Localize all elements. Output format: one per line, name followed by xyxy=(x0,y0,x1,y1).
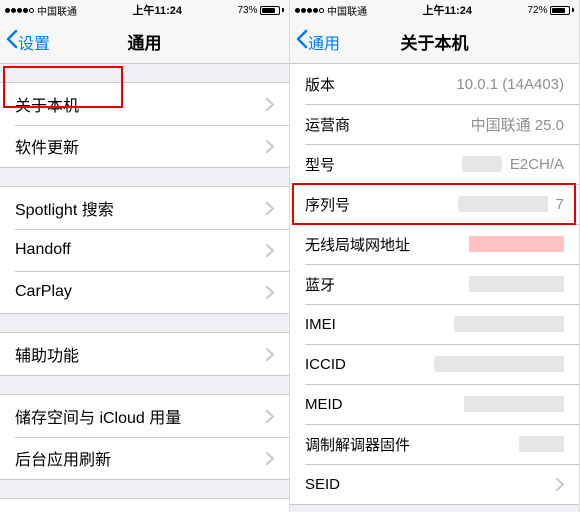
back-button[interactable]: 设置 xyxy=(6,29,50,54)
row-label: IMEI xyxy=(305,316,336,333)
chevron-right-icon xyxy=(266,348,274,361)
chevron-right-icon xyxy=(266,286,274,299)
obscured-value xyxy=(454,316,564,332)
row-label: 软件更新 xyxy=(15,134,79,158)
chevron-left-icon xyxy=(296,29,308,54)
row-label: Handoff xyxy=(15,241,71,259)
row-label: CarPlay xyxy=(15,283,72,301)
battery-percent: 73% xyxy=(237,5,257,16)
status-bar: 中国联通 上午11:24 73% xyxy=(0,0,289,20)
row-label: 储存空间与 iCloud 用量 xyxy=(15,404,181,428)
row-value: E2CH/A xyxy=(510,156,564,173)
row-serial[interactable]: 序列号 7 xyxy=(290,184,579,224)
row-handoff[interactable]: Handoff xyxy=(0,229,289,271)
chevron-right-icon xyxy=(266,244,274,257)
row-label: 访问限制 xyxy=(15,508,79,512)
obscured-value xyxy=(519,436,564,452)
row-value: 7 xyxy=(556,196,564,213)
obscured-value xyxy=(458,196,548,212)
row-label: 辅助功能 xyxy=(15,342,79,366)
chevron-right-icon xyxy=(266,452,274,465)
nav-title: 关于本机 xyxy=(401,29,469,54)
phone-about: 中国联通 上午11:24 72% 通用 关于本机 版本 10.0.1 (14A4… xyxy=(290,0,580,512)
row-label: Spotlight 搜索 xyxy=(15,196,114,220)
chevron-right-icon xyxy=(266,140,274,153)
row-spotlight[interactable]: Spotlight 搜索 xyxy=(0,187,289,229)
row-about[interactable]: 关于本机 xyxy=(0,83,289,125)
nav-bar: 设置 通用 xyxy=(0,20,289,64)
about-list[interactable]: 版本 10.0.1 (14A403) 运营商 中国联通 25.0 型号 E2CH… xyxy=(290,64,579,512)
back-label: 通用 xyxy=(308,30,340,54)
battery-icon xyxy=(260,6,284,15)
row-storage-icloud[interactable]: 储存空间与 iCloud 用量 xyxy=(0,395,289,437)
obscured-value xyxy=(469,276,564,292)
back-label: 设置 xyxy=(18,30,50,54)
carrier-label: 中国联通 xyxy=(327,3,367,18)
settings-list[interactable]: 关于本机 软件更新 Spotlight 搜索 Handoff CarPlay xyxy=(0,64,289,512)
row-label: 蓝牙 xyxy=(305,274,335,295)
row-label: 运营商 xyxy=(305,114,350,135)
carrier-label: 中国联通 xyxy=(37,3,77,18)
signal-dots-icon xyxy=(5,8,34,13)
back-button[interactable]: 通用 xyxy=(296,29,340,54)
obscured-value xyxy=(434,356,564,372)
row-label: 型号 xyxy=(305,154,335,175)
row-seid[interactable]: SEID xyxy=(290,464,579,504)
signal-dots-icon xyxy=(295,8,324,13)
row-bluetooth[interactable]: 蓝牙 xyxy=(290,264,579,304)
row-value: 中国联通 25.0 xyxy=(471,114,564,135)
nav-bar: 通用 关于本机 xyxy=(290,20,579,64)
obscured-value xyxy=(469,236,564,252)
chevron-right-icon xyxy=(266,202,274,215)
status-time: 上午11:24 xyxy=(132,2,182,18)
status-time: 上午11:24 xyxy=(422,2,472,18)
obscured-value xyxy=(464,396,564,412)
row-label: 调制解调器固件 xyxy=(305,434,410,455)
row-carrier[interactable]: 运营商 中国联通 25.0 xyxy=(290,104,579,144)
row-iccid[interactable]: ICCID xyxy=(290,344,579,384)
status-bar: 中国联通 上午11:24 72% xyxy=(290,0,579,20)
battery-icon xyxy=(550,6,574,15)
row-accessibility[interactable]: 辅助功能 xyxy=(0,333,289,375)
row-label: MEID xyxy=(305,396,343,413)
row-label: 后台应用刷新 xyxy=(15,446,111,470)
battery-percent: 72% xyxy=(527,5,547,16)
chevron-right-icon xyxy=(266,410,274,423)
row-meid[interactable]: MEID xyxy=(290,384,579,424)
row-label: 版本 xyxy=(305,74,335,95)
nav-title: 通用 xyxy=(128,29,162,54)
chevron-left-icon xyxy=(6,29,18,54)
row-label: 序列号 xyxy=(305,194,350,215)
row-label: 无线局域网地址 xyxy=(305,234,410,255)
row-background-refresh[interactable]: 后台应用刷新 xyxy=(0,437,289,479)
obscured-value xyxy=(462,156,502,172)
row-version[interactable]: 版本 10.0.1 (14A403) xyxy=(290,64,579,104)
row-restrictions[interactable]: 访问限制 关闭 xyxy=(0,499,289,512)
row-label: ICCID xyxy=(305,356,346,373)
phone-general-settings: 中国联通 上午11:24 73% 设置 通用 关于本机 软件更新 xyxy=(0,0,290,512)
row-wifi-address[interactable]: 无线局域网地址 xyxy=(290,224,579,264)
row-model[interactable]: 型号 E2CH/A xyxy=(290,144,579,184)
row-label: 关于本机 xyxy=(15,92,79,116)
row-modem-firmware[interactable]: 调制解调器固件 xyxy=(290,424,579,464)
row-imei[interactable]: IMEI xyxy=(290,304,579,344)
row-software-update[interactable]: 软件更新 xyxy=(0,125,289,167)
chevron-right-icon xyxy=(556,478,564,491)
row-label: SEID xyxy=(305,476,340,493)
row-value: 10.0.1 (14A403) xyxy=(456,76,564,93)
chevron-right-icon xyxy=(266,98,274,111)
row-carplay[interactable]: CarPlay xyxy=(0,271,289,313)
